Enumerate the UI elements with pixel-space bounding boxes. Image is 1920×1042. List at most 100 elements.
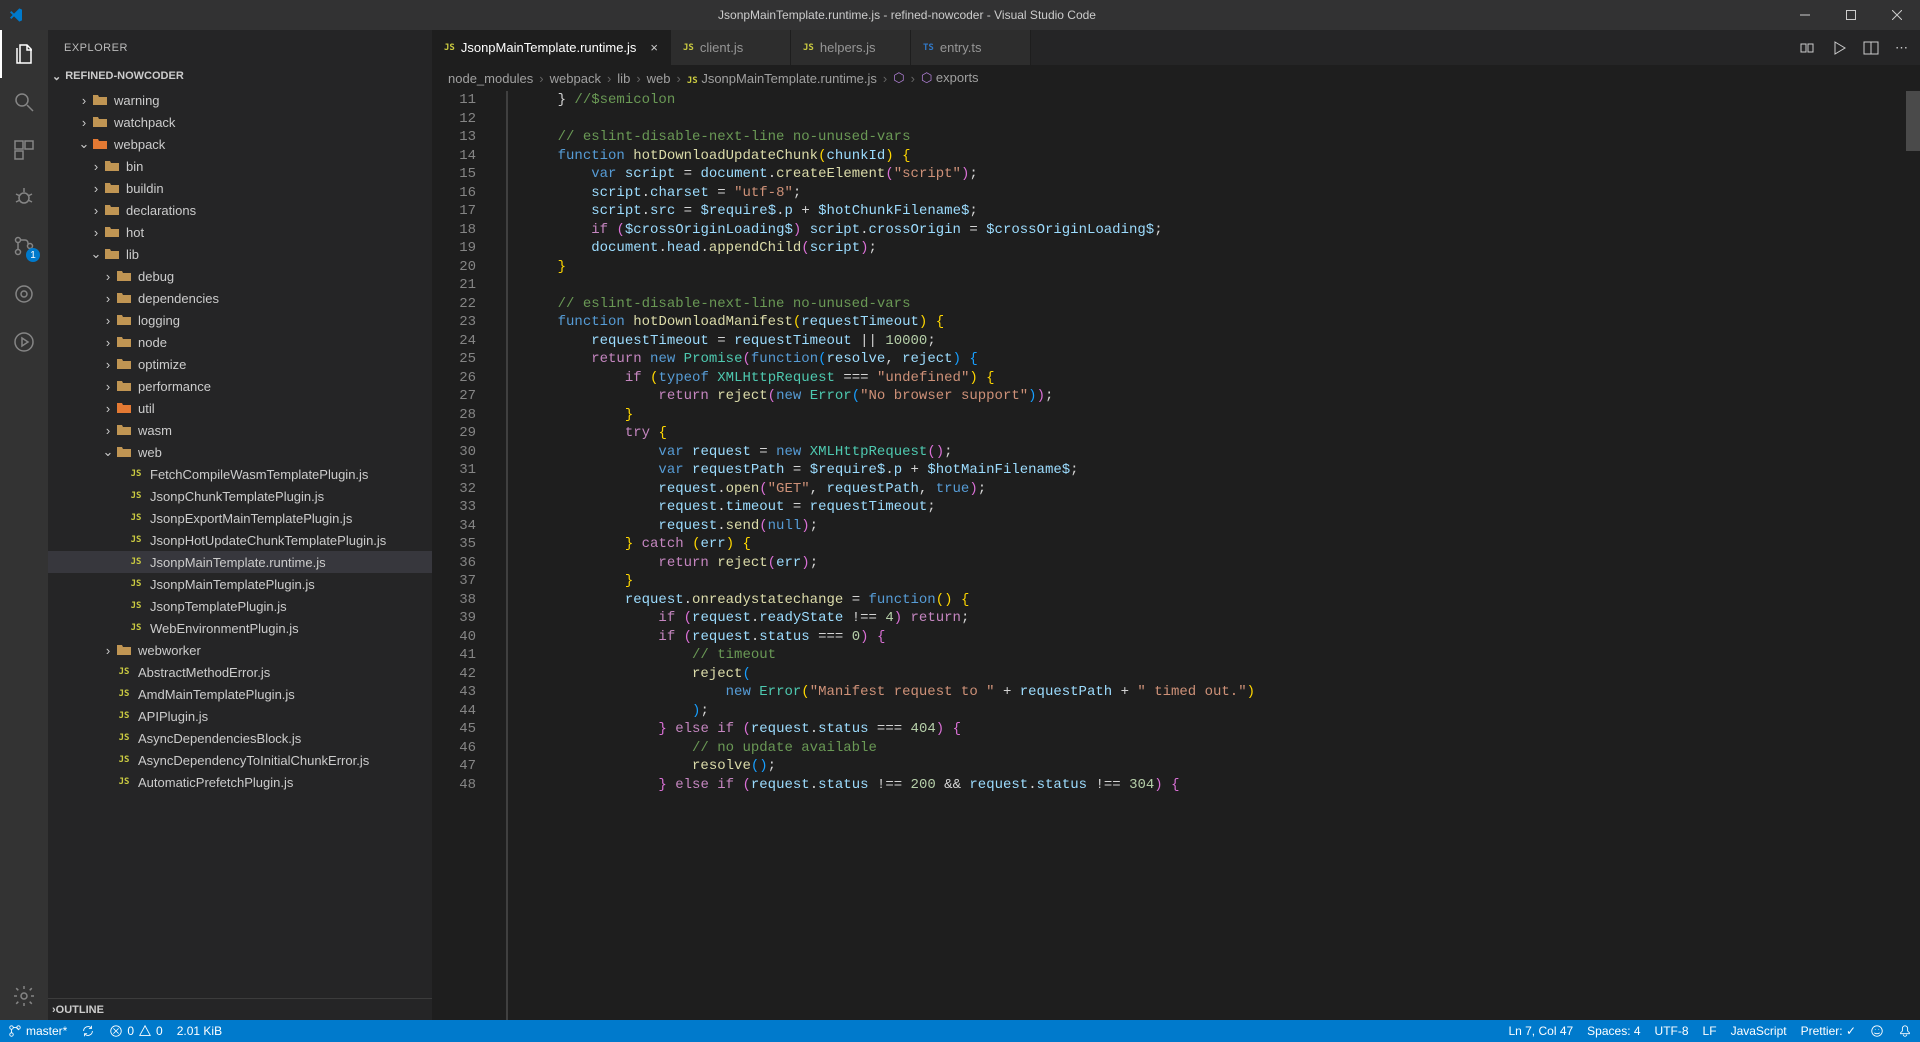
file-ext-icon: JS [444,43,455,53]
activity-search[interactable] [0,78,48,126]
close-button[interactable] [1874,0,1920,30]
tree-folder[interactable]: › hot [48,221,432,243]
tree-item-label: WebEnvironmentPlugin.js [150,621,299,636]
tree-file[interactable]: JSAPIPlugin.js [48,705,432,727]
status-filesize[interactable]: 2.01 KiB [177,1024,222,1038]
folder-icon [104,180,120,196]
status-spaces[interactable]: Spaces: 4 [1587,1024,1640,1038]
status-language[interactable]: JavaScript [1731,1024,1787,1038]
editor-tab[interactable]: JShelpers.js [791,30,911,65]
minimap[interactable] [1906,91,1920,1020]
tree-file[interactable]: JSAsyncDependencyToInitialChunkError.js [48,749,432,771]
tree-file[interactable]: JSAbstractMethodError.js [48,661,432,683]
run-icon[interactable] [1831,40,1847,56]
tree-folder[interactable]: ›declarations [48,199,432,221]
split-editor-icon[interactable] [1863,40,1879,56]
close-tab-icon[interactable]: × [650,40,658,55]
maximize-button[interactable] [1828,0,1874,30]
extensions-icon [12,138,36,162]
folder-icon [116,378,132,394]
status-feedback[interactable] [1870,1024,1884,1038]
tree-file[interactable]: JSJsonpChunkTemplatePlugin.js [48,485,432,507]
tab-label: client.js [700,40,743,55]
folder-icon [116,422,132,438]
activity-extensions[interactable] [0,126,48,174]
breadcrumb-item[interactable]: ⬡ exports [921,70,979,86]
tree-file[interactable]: JSAutomaticPrefetchPlugin.js [48,771,432,793]
tree-item-label: JsonpMainTemplatePlugin.js [150,577,315,592]
activity-run[interactable] [0,318,48,366]
tree-folder[interactable]: ›performance [48,375,432,397]
tree-folder[interactable]: ⌄webpack [48,133,432,155]
tree-folder[interactable]: ›bin [48,155,432,177]
tree-item-label: debug [138,269,174,284]
tabs-bar: JSJsonpMainTemplate.runtime.js×JSclient.… [432,30,1920,65]
breadcrumbs[interactable]: node_modules›webpack›lib›web›JS JsonpMai… [432,65,1920,91]
chevron-icon: ⌄ [100,444,116,460]
tree-file[interactable]: JSJsonpHotUpdateChunkTemplatePlugin.js [48,529,432,551]
js-file-icon: JS [116,777,132,787]
bell-icon [1898,1024,1912,1038]
js-file-icon: JS [128,601,144,611]
tree-file[interactable]: JSAsyncDependenciesBlock.js [48,727,432,749]
tree-folder[interactable]: ›dependencies [48,287,432,309]
breadcrumb-item[interactable]: node_modules [448,71,533,86]
compare-changes-icon[interactable] [1799,40,1815,56]
status-notifications[interactable] [1898,1024,1912,1038]
tree-item-label: hot [126,225,144,240]
tree-folder[interactable]: ›optimize [48,353,432,375]
status-sync[interactable] [81,1024,95,1038]
tree-folder[interactable]: ›webworker [48,639,432,661]
outline-section-header[interactable]: › OUTLINE [48,998,432,1020]
outline-label: OUTLINE [56,1004,104,1016]
breadcrumb-item[interactable]: webpack [550,71,601,86]
tree-file[interactable]: JSWebEnvironmentPlugin.js [48,617,432,639]
editor-tab[interactable]: JSclient.js [671,30,791,65]
tree-file[interactable]: JSJsonpExportMainTemplatePlugin.js [48,507,432,529]
tab-label: helpers.js [820,40,876,55]
tree-folder[interactable]: ›buildin [48,177,432,199]
tree-folder[interactable]: ›node [48,331,432,353]
tree-folder[interactable]: ›watchpack [48,111,432,133]
tree-folder[interactable]: ›wasm [48,419,432,441]
activity-scm[interactable]: 1 [0,222,48,270]
tree-file[interactable]: JSFetchCompileWasmTemplatePlugin.js [48,463,432,485]
breadcrumb-item[interactable]: web [647,71,671,86]
tree-folder[interactable]: ›logging [48,309,432,331]
status-branch[interactable]: master* [8,1024,67,1038]
tree-folder[interactable]: ⌄lib [48,243,432,265]
chevron-icon: › [88,181,104,196]
editor-tab[interactable]: TSentry.ts [911,30,1031,65]
breadcrumb-item[interactable]: ⬡ [893,70,904,86]
tree-item-label: AmdMainTemplatePlugin.js [138,687,295,702]
tree-file[interactable]: JSJsonpMainTemplate.runtime.js [48,551,432,573]
more-actions-icon[interactable]: ⋯ [1895,40,1908,56]
tree-folder[interactable]: ›warning [48,89,432,111]
editor-tab[interactable]: JSJsonpMainTemplate.runtime.js× [432,30,671,65]
tree-file[interactable]: JSJsonpTemplatePlugin.js [48,595,432,617]
activity-explorer[interactable] [0,30,48,78]
breadcrumb-item[interactable]: JS JsonpMainTemplate.runtime.js [687,71,877,86]
status-encoding[interactable]: UTF-8 [1655,1024,1689,1038]
minimize-button[interactable] [1782,0,1828,30]
minimap-scroll-indicator[interactable] [1906,91,1920,151]
tree-file[interactable]: JSAmdMainTemplatePlugin.js [48,683,432,705]
status-prettier[interactable]: Prettier: ✓ [1801,1024,1856,1038]
activity-debug[interactable] [0,174,48,222]
activity-settings[interactable] [0,972,48,1020]
chevron-icon: › [88,225,104,240]
tree-folder[interactable]: ›debug [48,265,432,287]
project-section-header[interactable]: ⌄ REFINED-NOWCODER [48,65,432,87]
tree-folder[interactable]: ⌄web [48,441,432,463]
code-editor[interactable]: 1112131415161718192021222324252627282930… [432,91,1920,1020]
status-problems[interactable]: 0 0 [109,1024,162,1038]
code-content[interactable]: } //$semicolon // eslint-disable-next-li… [508,91,1920,1020]
status-eol[interactable]: LF [1703,1024,1717,1038]
tree-folder[interactable]: ›util [48,397,432,419]
activity-gitlens[interactable] [0,270,48,318]
status-cursor[interactable]: Ln 7, Col 47 [1508,1024,1573,1038]
tree-item-label: AsyncDependencyToInitialChunkError.js [138,753,369,768]
folder-icon [116,268,132,284]
tree-file[interactable]: JSJsonpMainTemplatePlugin.js [48,573,432,595]
breadcrumb-item[interactable]: lib [617,71,630,86]
